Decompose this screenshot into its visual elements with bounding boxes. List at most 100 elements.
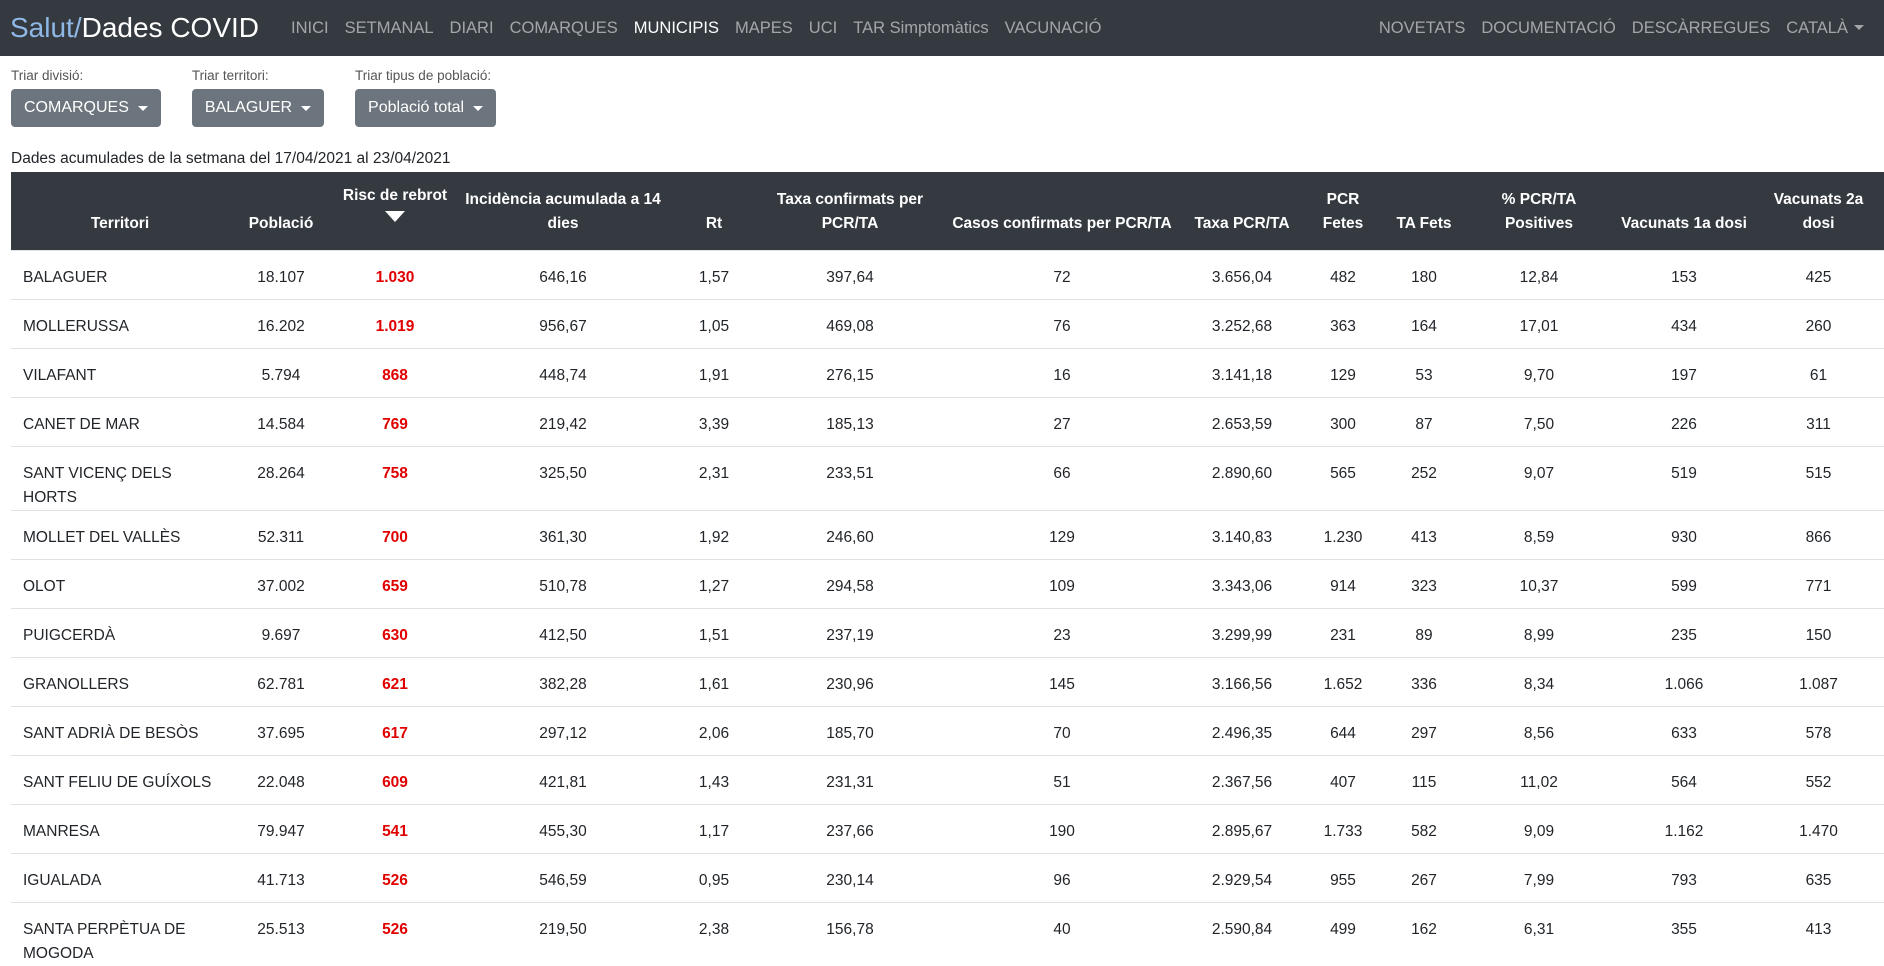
cell-pcr: 1.652 <box>1301 656 1385 706</box>
caret-down-icon <box>1854 24 1864 30</box>
cell-risc: 769 <box>333 396 457 446</box>
cell-positives: 9,07 <box>1463 445 1615 510</box>
population-dropdown[interactable]: Població total <box>355 89 497 127</box>
nav-link-municipis[interactable]: MUNICIPIS <box>626 19 727 38</box>
col-header-vacunats-1[interactable]: Vacunats 1a dosi <box>1615 172 1753 250</box>
cell-casos-confirmats: 129 <box>941 509 1183 559</box>
cell-pcr: 914 <box>1301 558 1385 608</box>
cell-taxa-pcr: 2.367,56 <box>1183 754 1301 804</box>
cell-territori: BALAGUER <box>11 249 229 299</box>
cell-taxa-confirmats: 237,19 <box>759 607 941 657</box>
population-dropdown-value: Població total <box>368 99 465 116</box>
cell-vacunats-1: 434 <box>1615 298 1753 348</box>
cell-taxa-confirmats: 276,15 <box>759 347 941 397</box>
cell-rt: 2,38 <box>669 901 759 966</box>
cell-pcr: 1.230 <box>1301 509 1385 559</box>
division-dropdown[interactable]: COMARQUES <box>11 89 161 127</box>
cell-ia14: 382,28 <box>457 656 669 706</box>
cell-territori: MANRESA <box>11 803 229 853</box>
language-dropdown[interactable]: CATALÀ <box>1778 19 1872 38</box>
nav-link-uci[interactable]: UCI <box>801 19 845 38</box>
cell-vacunats-1: 197 <box>1615 347 1753 397</box>
filter-bar: Triar divisió: COMARQUES Triar territori… <box>0 56 1884 127</box>
cell-rt: 1,61 <box>669 656 759 706</box>
territory-filter-label: Triar territori: <box>191 68 269 83</box>
cell-ta: 297 <box>1385 705 1463 755</box>
table-header-row: Territori Població Risc de rebrot Incidè… <box>11 172 1884 250</box>
cell-taxa-pcr: 2.895,67 <box>1183 803 1301 853</box>
sort-descending-icon[interactable] <box>385 211 405 222</box>
cell-positives: 17,01 <box>1463 298 1615 348</box>
cell-taxa-confirmats: 156,78 <box>759 901 941 966</box>
nav-link-inici[interactable]: INICI <box>283 19 337 38</box>
cell-ia14: 646,16 <box>457 249 669 299</box>
nav-link-setmanal[interactable]: SETMANAL <box>337 19 442 38</box>
cell-casos-confirmats: 66 <box>941 445 1183 510</box>
top-navbar: Salut/Dades COVID INICI SETMANAL DIARI C… <box>0 0 1884 56</box>
cell-taxa-confirmats: 397,64 <box>759 249 941 299</box>
cell-taxa-confirmats: 246,60 <box>759 509 941 559</box>
cell-ia14: 297,12 <box>457 705 669 755</box>
col-header-ta[interactable]: TA Fets <box>1385 172 1463 250</box>
nav-link-tar[interactable]: TAR Simptomàtics <box>845 19 996 38</box>
col-header-risc-label: Risc de rebrot <box>342 187 448 204</box>
col-header-casos-confirmats[interactable]: Casos confirmats per PCR/TA <box>941 172 1183 250</box>
cell-territori: IGUALADA <box>11 852 229 902</box>
territory-dropdown[interactable]: BALAGUER <box>191 89 325 127</box>
col-header-pcr[interactable]: PCR Fetes <box>1301 172 1385 250</box>
cell-pcr: 1.733 <box>1301 803 1385 853</box>
cell-ia14: 219,50 <box>457 901 669 966</box>
cell-ta: 87 <box>1385 396 1463 446</box>
col-header-poblacio[interactable]: Població <box>229 172 333 250</box>
brand-title: Dades COVID <box>81 12 260 43</box>
cell-taxa-pcr: 3.140,83 <box>1183 509 1301 559</box>
cell-poblacio: 37.695 <box>229 705 333 755</box>
cell-taxa-pcr: 2.590,84 <box>1183 901 1301 966</box>
cell-positives: 6,31 <box>1463 901 1615 966</box>
col-header-taxa-confirmats[interactable]: Taxa confirmats per PCR/TA <box>759 172 941 250</box>
cell-ia14: 546,59 <box>457 852 669 902</box>
cell-positives: 8,99 <box>1463 607 1615 657</box>
cell-taxa-confirmats: 294,58 <box>759 558 941 608</box>
cell-casos-confirmats: 70 <box>941 705 1183 755</box>
cell-territori: MOLLET DEL VALLÈS <box>11 509 229 559</box>
brand-logo[interactable]: Salut/Dades COVID <box>10 12 259 44</box>
municipalities-table: Territori Població Risc de rebrot Incidè… <box>11 172 1884 966</box>
nav-link-documentacio[interactable]: DOCUMENTACIÓ <box>1473 19 1623 38</box>
cell-taxa-pcr: 2.929,54 <box>1183 852 1301 902</box>
cell-positives: 7,50 <box>1463 396 1615 446</box>
col-header-ia14[interactable]: Incidència acumulada a 14 dies <box>457 172 669 250</box>
cell-vacunats-2: 61 <box>1753 347 1884 397</box>
cell-taxa-confirmats: 230,14 <box>759 852 941 902</box>
col-header-rt[interactable]: Rt <box>669 172 759 250</box>
cell-poblacio: 16.202 <box>229 298 333 348</box>
cell-poblacio: 5.794 <box>229 347 333 397</box>
nav-link-comarques[interactable]: COMARQUES <box>502 19 626 38</box>
col-header-territori[interactable]: Territori <box>11 172 229 250</box>
col-header-taxa-pcr[interactable]: Taxa PCR/TA <box>1183 172 1301 250</box>
cell-ia14: 455,30 <box>457 803 669 853</box>
cell-rt: 1,51 <box>669 607 759 657</box>
nav-link-vacunacio[interactable]: VACUNACIÓ <box>997 19 1110 38</box>
col-header-positives[interactable]: % PCR/TA Positives <box>1463 172 1615 250</box>
table-body: BALAGUER 18.107 1.030 646,16 1,57 397,64 72 3.6… <box>11 249 1884 966</box>
nav-link-diari[interactable]: DIARI <box>442 19 502 38</box>
cell-casos-confirmats: 51 <box>941 754 1183 804</box>
table-row: BALAGUER 18.107 1.030 646,16 1,57 397,64 72 3.6… <box>11 249 1884 299</box>
cell-rt: 1,43 <box>669 754 759 804</box>
cell-vacunats-1: 1.162 <box>1615 803 1753 853</box>
table-row: IGUALADA 41.713 526 546,59 0,95 230,14 96 2.929… <box>11 852 1884 902</box>
nav-link-mapes[interactable]: MAPES <box>727 19 801 38</box>
cell-risc: 700 <box>333 509 457 559</box>
cell-risc: 621 <box>333 656 457 706</box>
cell-rt: 1,17 <box>669 803 759 853</box>
nav-link-novetats[interactable]: NOVETATS <box>1371 19 1473 38</box>
nav-link-descarregues[interactable]: DESCÀRREGUES <box>1624 19 1778 38</box>
language-label: CATALÀ <box>1786 18 1848 37</box>
brand-prefix: Salut/ <box>10 12 82 43</box>
col-header-risc[interactable]: Risc de rebrot <box>333 172 457 250</box>
cell-risc: 609 <box>333 754 457 804</box>
cell-positives: 10,37 <box>1463 558 1615 608</box>
col-header-vacunats-2[interactable]: Vacunats 2a dosi <box>1753 172 1884 250</box>
cell-taxa-pcr: 3.299,99 <box>1183 607 1301 657</box>
